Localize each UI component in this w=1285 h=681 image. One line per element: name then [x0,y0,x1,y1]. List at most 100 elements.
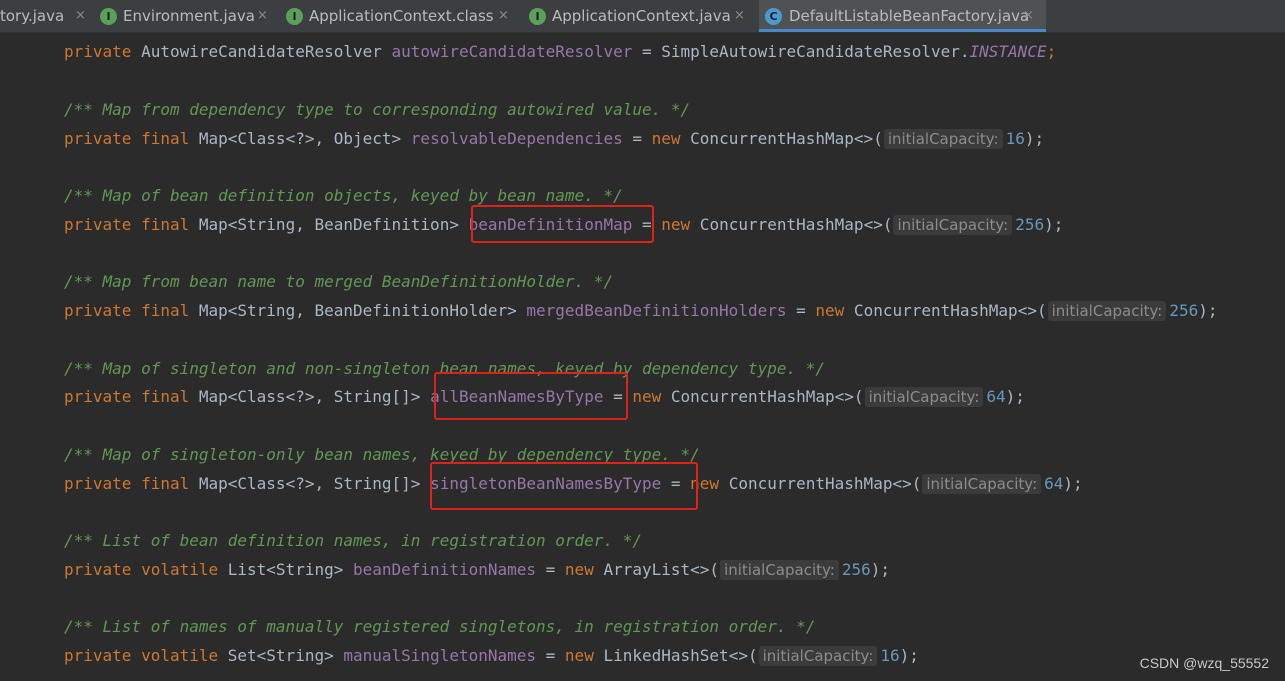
tab-applicationcontext-class[interactable]: I ApplicationContext.class × [286,0,522,32]
constructor: ConcurrentHashMap<>( [719,474,922,493]
close-icon[interactable]: × [257,0,268,32]
punctuation: ; [1046,42,1057,61]
tab-defaultlistablebeanfactory-java[interactable]: C DefaultListableBeanFactory.java × [759,0,1046,32]
tab-applicationcontext-java[interactable]: I ApplicationContext.java × [529,0,757,32]
type: Map<Class<?>, Object> [189,129,411,148]
tab-factory-java[interactable]: tory.java × [0,0,96,32]
interface-icon: I [286,8,303,25]
static-constant: INSTANCE [969,42,1047,61]
operator: = [622,129,652,148]
keyword: private final [64,301,190,320]
constructor: ArrayList<>( [593,560,720,579]
code-line: private volatile Set<String> manualSingl… [64,644,919,668]
type: Map<String, BeanDefinition> [189,215,469,234]
field-name: beanDefinitionNames [352,560,537,579]
code-line: private final Map<Class<?>, String[]> si… [64,472,1083,496]
operator: = [536,646,565,665]
class-icon: C [765,8,782,25]
code-comment: /** Map from bean name to merged BeanDef… [64,272,614,291]
tab-label: Environment.java [123,7,255,25]
close-icon[interactable]: × [75,0,86,32]
parameter-hint: initialCapacity: [922,474,1042,494]
type: Set<String> [218,646,344,665]
number-literal: 16 [1005,129,1025,148]
type: Map<Class<?>, String[]> [189,387,431,406]
tab-environment-java[interactable]: I Environment.java × [100,0,280,32]
close-icon[interactable]: × [734,0,745,32]
close-icon[interactable]: × [498,0,509,32]
parameter-hint: initialCapacity: [720,560,839,580]
punctuation: ); [1198,301,1218,320]
number-literal: 16 [880,646,900,665]
code-comment: /** Map from dependency type to correspo… [64,100,691,119]
punctuation: ); [899,646,919,665]
type: Map<String, BeanDefinitionHolder> [189,301,527,320]
parameter-hint: initialCapacity: [1047,301,1167,321]
code-comment: /** Map of bean definition objects, keye… [64,186,623,205]
close-icon[interactable]: × [1023,0,1034,32]
punctuation: ); [870,560,890,579]
parameter-hint: initialCapacity: [864,387,984,407]
operator: = [661,474,691,493]
parameter-hint: initialCapacity: [758,646,878,666]
keyword: new [690,474,720,493]
punctuation: ); [1005,387,1025,406]
keyword: new [651,129,681,148]
code-line: private final Map<Class<?>, String[]> al… [64,385,1025,409]
interface-icon: I [529,8,546,25]
tab-label: ApplicationContext.java [552,7,731,25]
field-name: beanDefinitionMap [468,215,633,234]
tab-label: tory.java [0,7,65,25]
punctuation: ); [1044,215,1064,234]
code-comment: /** Map of singleton and non-singleton b… [64,359,825,378]
constructor: ConcurrentHashMap<>( [680,129,883,148]
field-name: singletonBeanNamesByType [430,474,662,493]
ide-window: tory.java × I Environment.java × I Appli… [0,0,1285,681]
keyword: private final [64,129,190,148]
number-literal: 256 [1015,215,1045,234]
punctuation: ); [1063,474,1083,493]
number-literal: 64 [1044,474,1064,493]
type: Map<Class<?>, String[]> [189,474,431,493]
operator: = SimpleAutowireCandidateResolver. [632,42,970,61]
field-name: manualSingletonNames [343,646,537,665]
code-comment: /** Map of singleton-only bean names, ke… [64,445,700,464]
tab-label: DefaultListableBeanFactory.java [789,7,1030,25]
code-comment: /** List of bean definition names, in re… [64,531,642,550]
keyword: new [661,215,691,234]
code-editor[interactable]: private AutowireCandidateResolver autowi… [0,33,1285,681]
field-name: autowireCandidateResolver [391,42,633,61]
code-comment: /** List of names of manually registered… [64,617,816,636]
number-literal: 256 [841,560,871,579]
keyword: private volatile [64,560,219,579]
keyword: new [815,301,845,320]
constructor: ConcurrentHashMap<>( [661,387,864,406]
operator: = [786,301,816,320]
constructor: ConcurrentHashMap<>( [690,215,893,234]
constructor: ConcurrentHashMap<>( [844,301,1047,320]
keyword: private final [64,215,190,234]
keyword: new [564,646,594,665]
parameter-hint: initialCapacity: [883,129,1003,149]
tab-label: ApplicationContext.class [309,7,494,25]
code-line: private final Map<String, BeanDefinition… [64,299,1218,323]
field-name: mergedBeanDefinitionHolders [526,301,787,320]
keyword: private final [64,474,190,493]
constructor: LinkedHashSet<>( [593,646,758,665]
keyword: private final [64,387,190,406]
number-literal: 64 [986,387,1006,406]
punctuation: ); [1024,129,1045,148]
parameter-hint: initialCapacity: [893,215,1013,235]
watermark: CSDN @wzq_55552 [1139,655,1269,671]
code-line: private volatile List<String> beanDefini… [64,558,890,582]
code-line: private final Map<Class<?>, Object> reso… [64,127,1044,151]
type: List<String> [218,560,353,579]
code-line: private AutowireCandidateResolver autowi… [64,40,1056,64]
operator: = [536,560,565,579]
keyword: private [64,42,132,61]
operator: = [603,387,633,406]
number-literal: 256 [1169,301,1199,320]
editor-tab-bar: tory.java × I Environment.java × I Appli… [0,0,1285,33]
keyword: private volatile [64,646,219,665]
type: AutowireCandidateResolver [131,42,392,61]
